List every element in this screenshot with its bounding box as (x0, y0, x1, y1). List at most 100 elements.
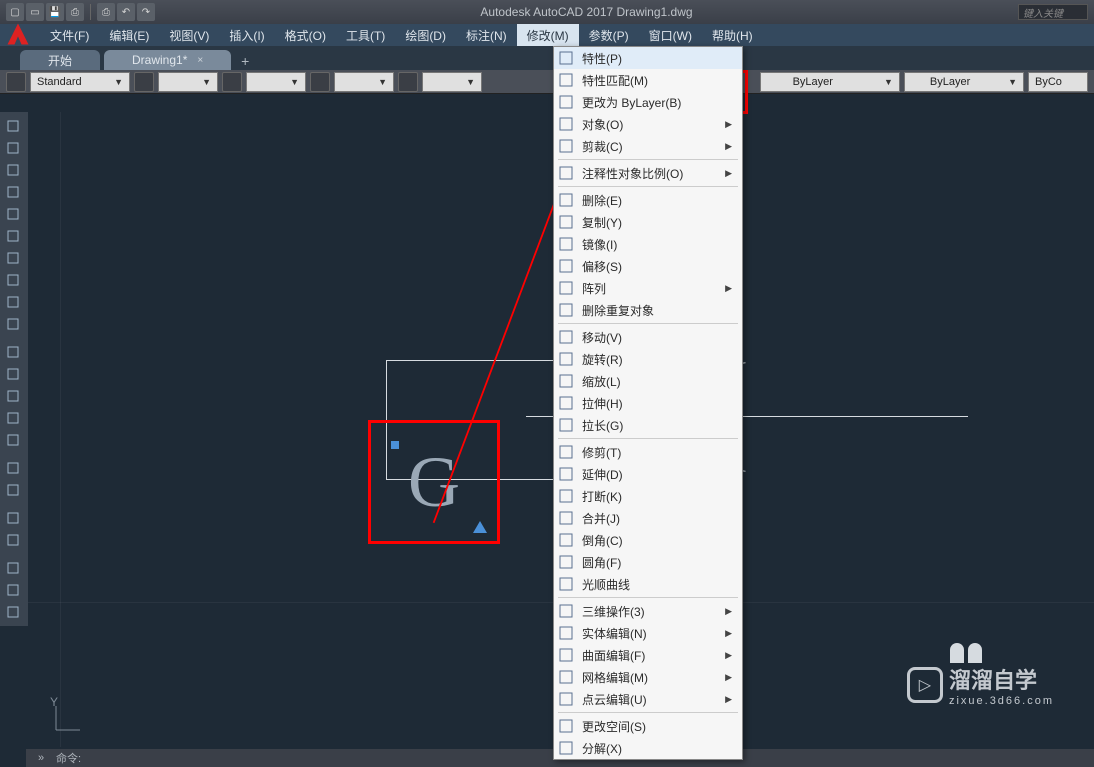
menu-11[interactable]: 帮助(H) (702, 24, 763, 46)
ellipse-tool-icon[interactable] (2, 226, 24, 246)
array-tool-icon[interactable] (2, 430, 24, 450)
watermark-ears (950, 643, 982, 663)
spline-tool-icon[interactable] (2, 270, 24, 290)
redo-icon[interactable]: ↷ (137, 3, 155, 21)
dropdown-item-12[interactable]: 阵列▶ (554, 277, 742, 299)
dropdown-item-icon (554, 392, 578, 414)
dropdown-item-11[interactable]: 偏移(S) (554, 255, 742, 277)
menu-2[interactable]: 视图(V) (159, 24, 219, 46)
menu-8[interactable]: 修改(M) (517, 24, 579, 46)
dropdown-item-25[interactable]: 倒角(C) (554, 529, 742, 551)
menu-6[interactable]: 绘图(D) (395, 24, 456, 46)
menu-9[interactable]: 参数(P) (579, 24, 639, 46)
dropdown-item-18[interactable]: 拉伸(H) (554, 392, 742, 414)
submenu-arrow-icon: ▶ (725, 628, 732, 639)
dropdown-item-16[interactable]: 旋转(R) (554, 348, 742, 370)
bylayer-color-select[interactable]: ByLayer▼ (760, 72, 900, 92)
dropdown-item-0[interactable]: 特性(P) (554, 47, 742, 69)
dropdown-item-6[interactable]: 注释性对象比例(O)▶ (554, 162, 742, 184)
print-icon[interactable]: ⎙ (97, 3, 115, 21)
dropdown-item-icon (554, 688, 578, 710)
dropdown-item-9[interactable]: 复制(Y) (554, 211, 742, 233)
dim-style-icon[interactable] (134, 72, 154, 92)
dropdown-item-19[interactable]: 拉长(G) (554, 414, 742, 436)
menu-10[interactable]: 窗口(W) (639, 24, 702, 46)
menu-3[interactable]: 插入(I) (219, 24, 274, 46)
tab-close-icon[interactable]: × (197, 55, 203, 66)
dropdown-item-21[interactable]: 修剪(T) (554, 441, 742, 463)
point-tool-icon[interactable] (2, 292, 24, 312)
menu-5[interactable]: 工具(T) (336, 24, 395, 46)
layer3-tool-icon[interactable] (2, 602, 24, 622)
offset-tool-icon[interactable] (2, 408, 24, 428)
menu-0[interactable]: 文件(F) (40, 24, 99, 46)
bylayer-line-select[interactable]: ByLayer▼ (904, 72, 1024, 92)
dropdown-item-26[interactable]: 圆角(F) (554, 551, 742, 573)
dropdown-item-22[interactable]: 延伸(D) (554, 463, 742, 485)
trim-tool-icon[interactable] (2, 458, 24, 478)
menu-4[interactable]: 格式(O) (275, 24, 336, 46)
dropdown-item-label: 曲面编辑(F) (578, 647, 725, 664)
dropdown-item-label: 拉伸(H) (578, 395, 732, 412)
dim-tool-icon[interactable] (2, 530, 24, 550)
circle-tool-icon[interactable] (2, 160, 24, 180)
mleader-style-icon[interactable] (310, 72, 330, 92)
move-tool-icon[interactable] (2, 342, 24, 362)
file-tab-1[interactable]: Drawing1*× (104, 50, 231, 70)
rect-tool-icon[interactable] (2, 204, 24, 224)
dropdown-item-33[interactable]: 点云编辑(U)▶ (554, 688, 742, 710)
annotation-select[interactable]: ▼ (422, 72, 482, 92)
dropdown-item-1[interactable]: 特性匹配(M) (554, 69, 742, 91)
dropdown-item-36[interactable]: 分解(X) (554, 737, 742, 759)
file-tab-0[interactable]: 开始 (20, 50, 100, 70)
dim-style-select[interactable]: ▼ (158, 72, 218, 92)
mirror-tool-icon[interactable] (2, 386, 24, 406)
dropdown-item-32[interactable]: 网格编辑(M)▶ (554, 666, 742, 688)
save-icon[interactable]: 💾 (46, 3, 64, 21)
arc-tool-icon[interactable] (2, 182, 24, 202)
byco-select[interactable]: ByCo (1028, 72, 1088, 92)
table-style-select[interactable]: ▼ (246, 72, 306, 92)
layer2-tool-icon[interactable] (2, 580, 24, 600)
dropdown-item-24[interactable]: 合并(J) (554, 507, 742, 529)
autocad-logo-icon[interactable] (4, 20, 32, 48)
dropdown-item-31[interactable]: 曲面编辑(F)▶ (554, 644, 742, 666)
new-icon[interactable]: ▢ (6, 3, 24, 21)
dropdown-item-3[interactable]: 对象(O)▶ (554, 113, 742, 135)
table-style-icon[interactable] (222, 72, 242, 92)
text-style-select[interactable]: Standard▼ (30, 72, 130, 92)
dropdown-item-27[interactable]: 光顺曲线 (554, 573, 742, 595)
dropdown-item-30[interactable]: 实体编辑(N)▶ (554, 622, 742, 644)
dropdown-item-label: 点云编辑(U) (578, 691, 725, 708)
undo-icon[interactable]: ↶ (117, 3, 135, 21)
search-input[interactable]: 键入关键 (1018, 4, 1088, 20)
dropdown-item-29[interactable]: 三维操作(3)▶ (554, 600, 742, 622)
dropdown-item-15[interactable]: 移动(V) (554, 326, 742, 348)
cursor-vertical (60, 112, 61, 747)
dropdown-item-4[interactable]: 剪裁(C)▶ (554, 135, 742, 157)
dropdown-item-8[interactable]: 删除(E) (554, 189, 742, 211)
region-tool-icon[interactable] (2, 314, 24, 334)
hatch-tool-icon[interactable] (2, 248, 24, 268)
open-icon[interactable]: ▭ (26, 3, 44, 21)
menu-7[interactable]: 标注(N) (456, 24, 517, 46)
extend-tool-icon[interactable] (2, 480, 24, 500)
dropdown-item-23[interactable]: 打断(K) (554, 485, 742, 507)
dropdown-item-2[interactable]: 更改为 ByLayer(B) (554, 91, 742, 113)
saveas-icon[interactable]: ⎙ (66, 3, 84, 21)
text-tool-icon[interactable] (2, 508, 24, 528)
layer1-tool-icon[interactable] (2, 558, 24, 578)
annotation-icon[interactable] (398, 72, 418, 92)
dropdown-item-35[interactable]: 更改空间(S) (554, 715, 742, 737)
menu-1[interactable]: 编辑(E) (99, 24, 159, 46)
line-tool-icon[interactable] (2, 116, 24, 136)
mleader-style-select[interactable]: ▼ (334, 72, 394, 92)
text-style-icon[interactable] (6, 72, 26, 92)
dropdown-item-10[interactable]: 镜像(I) (554, 233, 742, 255)
tab-add-button[interactable]: + (235, 52, 255, 70)
polyline-tool-icon[interactable] (2, 138, 24, 158)
copy-tool-icon[interactable] (2, 364, 24, 384)
dropdown-item-13[interactable]: 删除重复对象 (554, 299, 742, 321)
dropdown-item-17[interactable]: 缩放(L) (554, 370, 742, 392)
watermark-play-icon: ▷ (907, 667, 943, 703)
